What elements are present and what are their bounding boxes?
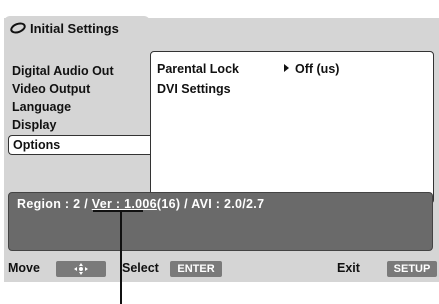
menu-item-display[interactable]: Display xyxy=(8,116,154,134)
setup-key: SETUP xyxy=(387,261,437,277)
callout-line xyxy=(120,210,122,304)
title-tab: Initial Settings xyxy=(4,16,150,42)
option-dvi-settings[interactable]: DVI Settings xyxy=(157,82,231,96)
option-value-parental-lock[interactable]: Off (us) xyxy=(284,62,339,76)
help-move-label: Move xyxy=(8,261,40,275)
menu-item-options[interactable]: Options xyxy=(8,135,154,155)
option-value: Off (us) xyxy=(295,62,340,76)
version-info: Region : 2 / Ver : 1.006(16) / AVI : 2.0… xyxy=(17,197,265,211)
arrow-keys-icon xyxy=(56,261,106,277)
info-box: Region : 2 / Ver : 1.006(16) / AVI : 2.0… xyxy=(8,192,433,251)
option-label: Parental Lock xyxy=(157,62,239,76)
callout-bracket xyxy=(93,210,143,212)
settings-screen: Initial Settings Digital Audio Out Video… xyxy=(4,16,439,282)
page-title: Initial Settings xyxy=(30,21,119,36)
option-parental-lock[interactable]: Parental Lock xyxy=(157,62,239,76)
help-select-label: Select xyxy=(122,261,159,275)
option-label: DVI Settings xyxy=(157,82,231,96)
disc-icon xyxy=(8,20,28,36)
options-panel: Parental Lock Off (us) DVI Settings xyxy=(150,51,434,204)
settings-menu: Digital Audio Out Video Output Language … xyxy=(8,62,154,155)
help-bar: Move Select ENTER Exit SETUP xyxy=(4,260,439,278)
triangle-right-icon xyxy=(284,64,289,72)
menu-item-digital-audio-out[interactable]: Digital Audio Out xyxy=(8,62,154,80)
menu-item-language[interactable]: Language xyxy=(8,98,154,116)
help-exit-label: Exit xyxy=(337,261,360,275)
menu-item-video-output[interactable]: Video Output xyxy=(8,80,154,98)
enter-key: ENTER xyxy=(170,261,222,277)
